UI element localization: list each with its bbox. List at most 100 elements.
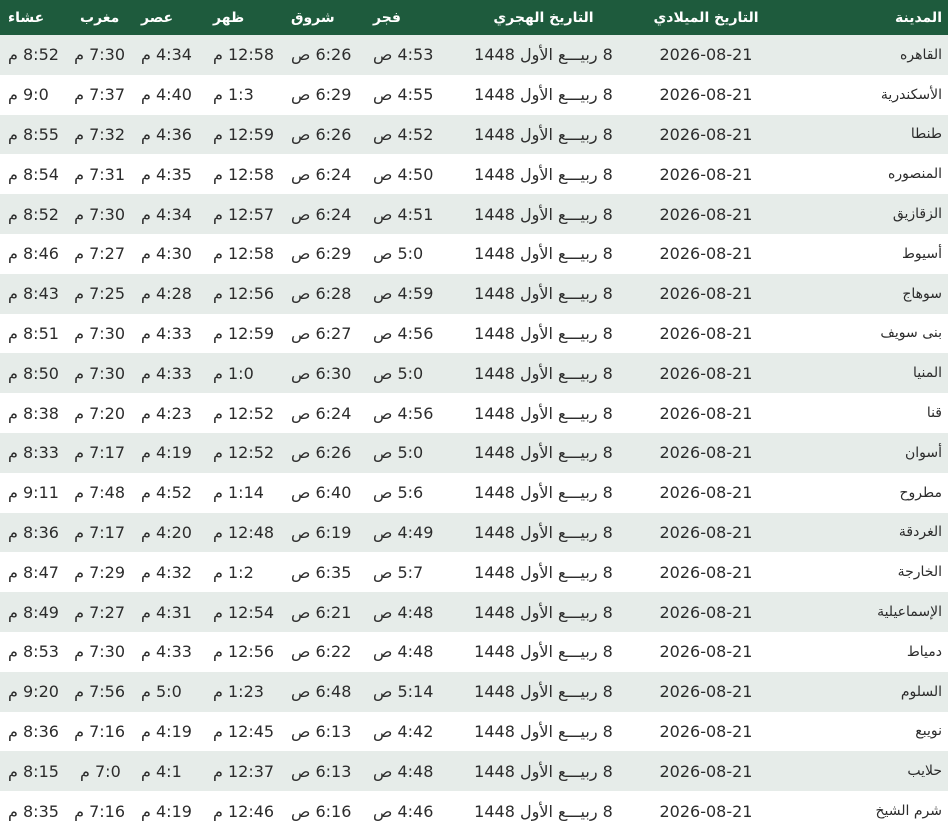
asr-cell: 4:52 م [141,483,192,503]
city-cell: السلوم [900,683,942,700]
asr-cell: 4:32 م [141,562,192,582]
hijri-date-cell: 8 ربيـــع الأول 1448 [474,682,613,702]
gregorian-date-cell: 2026-08-21 [640,751,772,791]
asr-cell: 4:36 م [141,124,192,144]
gregorian-date-text: 2026-08-21 [659,204,753,224]
maghrib-cell: 7:56 م [74,682,125,702]
isha-cell: 8:33 م [8,443,59,463]
gregorian-date-text: 2026-08-21 [659,403,753,423]
maghrib-cell: 7:20 م [74,403,125,423]
gregorian-date-text: 2026-08-21 [659,682,753,702]
isha-cell: 8:36 م [8,522,59,542]
dhuhr-cell: 12:58 م [213,244,275,264]
hijri-date-cell: 8 ربيـــع الأول 1448 [474,323,613,343]
gregorian-date-cell: 2026-08-21 [640,75,772,115]
table-row: سوهاج 2026-08-21 8 ربيـــع الأول 1448 4:… [0,273,948,314]
dhuhr-cell: 12:59 م [213,124,275,144]
gregorian-date-text: 2026-08-21 [659,483,753,503]
table-row: المنيا 2026-08-21 8 ربيـــع الأول 1448 5… [0,353,948,394]
fajr-cell: 4:55 ص [373,85,434,105]
dhuhr-cell: 12:59 م [213,323,275,343]
table-row: الإسماعيلية 2026-08-21 8 ربيـــع الأول 1… [0,592,948,632]
maghrib-cell: 7:25 م [74,284,125,304]
fajr-cell: 4:53 ص [373,45,434,65]
header-maghrib: مغرب [80,9,120,26]
city-cell: دمياط [906,643,942,660]
maghrib-cell: 7:32 م [74,124,125,144]
gregorian-date-text: 2026-08-21 [659,761,753,781]
asr-cell: 4:34 م [141,45,192,65]
dhuhr-cell: 12:46 م [213,801,275,821]
gregorian-date-cell: 2026-08-21 [640,234,772,274]
hijri-date-cell: 8 ربيـــع الأول 1448 [474,45,613,65]
hijri-date-cell: 8 ربيـــع الأول 1448 [474,164,613,184]
city-cell: الغردقة [898,524,942,541]
gregorian-date-cell: 2026-08-21 [640,353,772,393]
shuruq-cell: 6:35 ص [291,562,352,582]
asr-cell: 4:33 م [141,323,192,343]
gregorian-date-cell: 2026-08-21 [640,513,772,553]
shuruq-cell: 6:13 ص [291,721,352,741]
city-cell: الأسكندرية [880,86,942,103]
gregorian-date-cell: 2026-08-21 [640,393,772,433]
asr-cell: 4:23 م [141,403,192,423]
maghrib-cell: 7:27 م [74,602,125,622]
gregorian-date-text: 2026-08-21 [659,642,753,662]
city-cell: الزقازيق [892,206,942,223]
shuruq-cell: 6:48 ص [291,682,352,702]
dhuhr-cell: 12:56 م [213,642,275,662]
city-cell: شرم الشيخ [875,803,942,820]
shuruq-cell: 6:26 ص [291,124,352,144]
dhuhr-cell: 1:2 م [213,562,254,582]
maghrib-cell: 7:30 م [74,204,125,224]
hijri-date-cell: 8 ربيـــع الأول 1448 [474,244,613,264]
isha-cell: 8:38 م [8,403,59,423]
maghrib-cell: 7:30 م [74,642,125,662]
city-cell: أسوان [904,444,942,461]
city-cell: المنصوره [888,166,942,183]
asr-cell: 5:0 م [141,682,182,702]
shuruq-cell: 6:24 ص [291,204,352,224]
header-gregorian-date: التاريخ الميلادي [653,9,759,26]
hijri-date-cell: 8 ربيـــع الأول 1448 [474,562,613,582]
gregorian-date-cell: 2026-08-21 [640,194,772,234]
header-asr: عصر [141,9,174,26]
maghrib-cell: 7:17 م [74,522,125,542]
asr-cell: 4:31 م [141,602,192,622]
gregorian-date-cell: 2026-08-21 [640,433,772,473]
table-row: مطروح 2026-08-21 8 ربيـــع الأول 1448 5:… [0,472,948,513]
gregorian-date-cell: 2026-08-21 [640,672,772,712]
hijri-date-cell: 8 ربيـــع الأول 1448 [474,642,613,662]
gregorian-date-text: 2026-08-21 [659,602,753,622]
shuruq-cell: 6:29 ص [291,244,352,264]
fajr-cell: 5:14 ص [373,682,434,702]
dhuhr-cell: 12:58 م [213,45,275,65]
fajr-cell: 4:42 ص [373,721,434,741]
table-header-row: المدينة التاريخ الميلادي التاريخ الهجري … [0,0,948,35]
dhuhr-cell: 12:52 م [213,403,275,423]
table-row: المنصوره 2026-08-21 8 ربيـــع الأول 1448… [0,154,948,195]
asr-cell: 4:40 م [141,85,192,105]
hijri-date-cell: 8 ربيـــع الأول 1448 [474,761,613,781]
gregorian-date-text: 2026-08-21 [659,721,753,741]
table-row: طنطا 2026-08-21 8 ربيـــع الأول 1448 4:5… [0,114,948,155]
shuruq-cell: 6:21 ص [291,602,352,622]
maghrib-cell: 7:48 م [74,483,125,503]
fajr-cell: 5:0 ص [373,443,424,463]
shuruq-cell: 6:28 ص [291,284,352,304]
fajr-cell: 4:48 ص [373,761,434,781]
gregorian-date-text: 2026-08-21 [659,85,753,105]
isha-cell: 8:51 م [8,323,59,343]
fajr-cell: 5:6 ص [373,483,424,503]
gregorian-date-text: 2026-08-21 [659,323,753,343]
header-isha: عشاء [8,9,45,26]
isha-cell: 9:11 م [8,483,59,503]
shuruq-cell: 6:24 ص [291,164,352,184]
hijri-date-cell: 8 ربيـــع الأول 1448 [474,522,613,542]
dhuhr-cell: 12:45 م [213,721,275,741]
fajr-cell: 4:50 ص [373,164,434,184]
maghrib-cell: 7:30 م [74,323,125,343]
prayer-times-table: المدينة التاريخ الميلادي التاريخ الهجري … [0,0,948,831]
dhuhr-cell: 12:52 م [213,443,275,463]
shuruq-cell: 6:16 ص [291,801,352,821]
